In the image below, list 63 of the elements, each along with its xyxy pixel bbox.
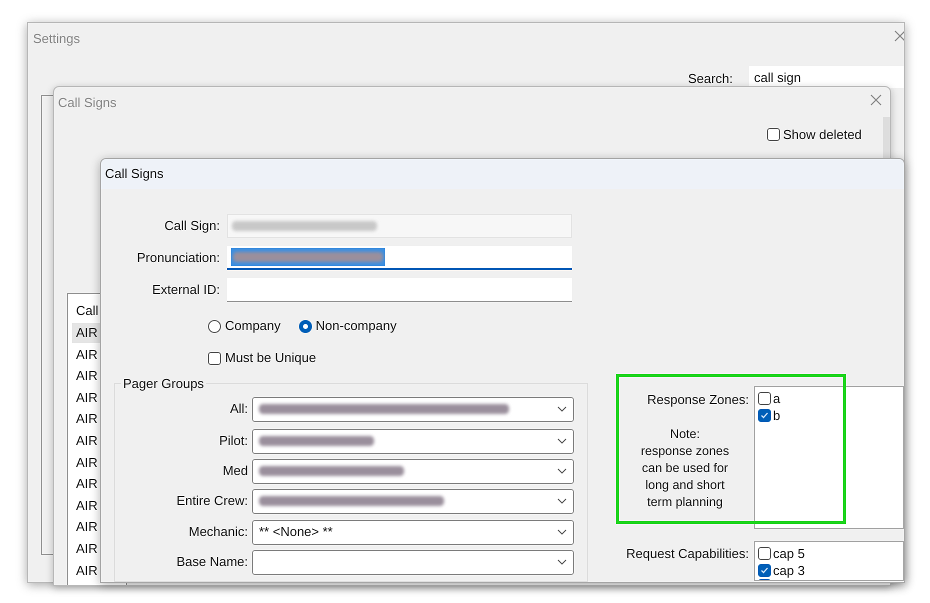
window-title: Call Signs <box>58 94 117 112</box>
list-row[interactable]: AIR <box>72 496 102 516</box>
checkbox-item[interactable]: cap 5 <box>758 545 903 562</box>
checkbox-item[interactable]: b <box>758 407 903 424</box>
show-deleted-checkbox[interactable]: Show deleted <box>767 125 862 144</box>
checkbox[interactable] <box>758 392 771 405</box>
list-row[interactable]: AIR <box>72 366 102 386</box>
chevron-down-icon <box>557 529 567 535</box>
window-title: Call Signs <box>105 165 164 184</box>
dropdown[interactable] <box>252 428 574 454</box>
list-row[interactable]: AIR <box>72 431 102 450</box>
column-header[interactable]: Call <box>76 301 98 320</box>
checkbox-item[interactable]: a <box>758 390 903 407</box>
search-field[interactable]: call sign <box>749 66 904 88</box>
field-label: Mechanic: <box>188 523 248 542</box>
list-row[interactable]: AIR <box>72 344 102 364</box>
dropdown[interactable] <box>252 550 574 574</box>
close-icon[interactable] <box>870 94 882 106</box>
field-label: Call Sign: <box>163 217 220 236</box>
field-label: External ID: <box>151 281 220 300</box>
dropdown[interactable] <box>252 458 574 484</box>
group-title: Pager Groups <box>122 375 205 393</box>
close-icon[interactable] <box>894 30 904 42</box>
dropdown[interactable]: ** <None> ** <box>252 520 574 544</box>
list-row[interactable]: AIR <box>72 409 102 429</box>
field-label: Base Name: <box>175 553 248 572</box>
chevron-down-icon <box>557 438 567 444</box>
text-field[interactable] <box>227 278 572 302</box>
list-row[interactable]: AIR <box>72 388 102 408</box>
list-row[interactable]: AIR <box>72 560 102 580</box>
checkbox[interactable] <box>767 128 780 142</box>
checkbox[interactable] <box>758 409 771 422</box>
dropdown[interactable] <box>252 488 574 514</box>
must-be-unique-checkbox[interactable]: Must be Unique <box>208 348 596 368</box>
checkbox[interactable] <box>758 547 771 560</box>
radio-button[interactable]: Company <box>208 316 281 336</box>
dropdown[interactable] <box>252 396 574 422</box>
field-label: Pronunciation: <box>136 249 220 268</box>
list-row[interactable]: AIR <box>72 323 102 342</box>
check-icon <box>760 411 769 420</box>
search-label: Search: <box>688 70 733 88</box>
field-label: Med <box>222 462 248 480</box>
chevron-down-icon <box>557 468 567 474</box>
radio-button[interactable]: Non-company <box>298 316 397 336</box>
text-field[interactable] <box>227 246 572 270</box>
chevron-down-icon <box>557 406 567 412</box>
note-text: Note: response zones can be used for long and short term planning <box>640 426 730 510</box>
field-label: Response Zones: <box>647 391 750 409</box>
check-icon <box>760 566 769 575</box>
list-row[interactable]: AIR <box>72 452 102 472</box>
list-row[interactable]: AIR <box>72 517 102 537</box>
field-label: Pilot: <box>218 432 248 450</box>
window-title: Settings <box>33 30 80 48</box>
field-label: Request Capabilities: <box>625 545 750 563</box>
chevron-down-icon <box>557 559 567 565</box>
checkbox[interactable] <box>208 352 221 364</box>
list-row[interactable]: AIR <box>72 539 102 558</box>
list-row[interactable]: AIR <box>72 474 102 494</box>
chevron-down-icon <box>557 498 567 504</box>
checkbox[interactable] <box>758 564 771 577</box>
field-label: All: <box>228 400 248 418</box>
checkbox-item[interactable]: cap 3 <box>758 562 903 579</box>
field-label: Entire Crew: <box>175 492 248 510</box>
